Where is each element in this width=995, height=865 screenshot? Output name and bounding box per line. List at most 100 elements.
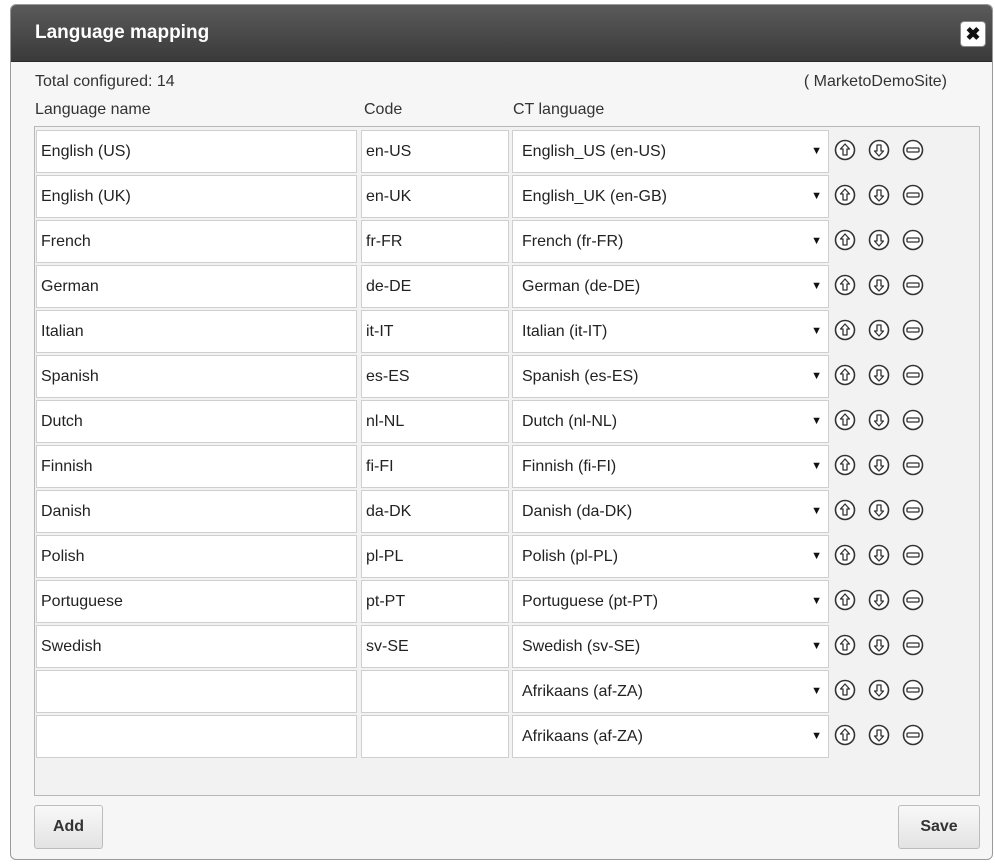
move-up-button[interactable] <box>834 319 856 341</box>
ct-language-value: Italian (it-IT) <box>522 323 608 340</box>
ct-language-select[interactable]: English_UK (en-GB) ▼ <box>512 175 829 218</box>
ct-language-select[interactable]: German (de-DE) ▼ <box>512 265 829 308</box>
arrow-up-circle-icon <box>834 454 856 480</box>
language-name-field[interactable]: Swedish <box>36 625 357 668</box>
language-code-field[interactable]: da-DK <box>361 490 509 533</box>
ct-language-value: Polish (pl-PL) <box>522 548 619 565</box>
language-code-field[interactable]: pt-PT <box>361 580 509 623</box>
language-code-field[interactable]: nl-NL <box>361 400 509 443</box>
language-code-field[interactable]: en-US <box>361 130 509 173</box>
move-up-button[interactable] <box>834 544 856 566</box>
move-up-button[interactable] <box>834 634 856 656</box>
ct-language-select[interactable]: Afrikaans (af-ZA) ▼ <box>512 715 829 758</box>
move-down-button[interactable] <box>868 229 890 251</box>
ct-language-select[interactable]: Finnish (fi-FI) ▼ <box>512 445 829 488</box>
language-code-field[interactable]: sv-SE <box>361 625 509 668</box>
move-down-button[interactable] <box>868 139 890 161</box>
language-name-field[interactable]: Portuguese <box>36 580 357 623</box>
save-button[interactable]: Save <box>898 805 980 849</box>
remove-row-button[interactable] <box>902 679 924 701</box>
move-up-button[interactable] <box>834 454 856 476</box>
language-table: English (US) en-US English_US (en-US) ▼ Engl… <box>34 126 980 796</box>
ct-language-select[interactable]: Spanish (es-ES) ▼ <box>512 355 829 398</box>
remove-row-button[interactable] <box>902 274 924 296</box>
language-name-field[interactable]: Danish <box>36 490 357 533</box>
remove-row-button[interactable] <box>902 319 924 341</box>
arrow-down-circle-icon <box>868 589 890 615</box>
arrow-up-circle-icon <box>834 724 856 750</box>
move-down-button[interactable] <box>868 499 890 521</box>
language-code-field[interactable] <box>361 670 509 713</box>
remove-row-button[interactable] <box>902 364 924 386</box>
language-name-field[interactable] <box>36 670 357 713</box>
move-down-button[interactable] <box>868 679 890 701</box>
ct-language-select[interactable]: Portuguese (pt-PT) ▼ <box>512 580 829 623</box>
language-code-field[interactable]: pl-PL <box>361 535 509 578</box>
move-up-button[interactable] <box>834 274 856 296</box>
dropdown-caret-icon: ▼ <box>811 280 822 292</box>
move-down-button[interactable] <box>868 589 890 611</box>
ct-language-select[interactable]: Polish (pl-PL) ▼ <box>512 535 829 578</box>
language-code-field[interactable]: de-DE <box>361 265 509 308</box>
move-up-button[interactable] <box>834 229 856 251</box>
language-name-field[interactable]: Spanish <box>36 355 357 398</box>
table-row: Italian it-IT Italian (it-IT) ▼ <box>35 310 979 355</box>
move-down-button[interactable] <box>868 634 890 656</box>
ct-language-select[interactable]: Italian (it-IT) ▼ <box>512 310 829 353</box>
ct-language-select[interactable]: Swedish (sv-SE) ▼ <box>512 625 829 668</box>
language-code-field[interactable]: it-IT <box>361 310 509 353</box>
close-button[interactable]: ✖ <box>960 21 986 47</box>
move-up-button[interactable] <box>834 139 856 161</box>
move-up-button[interactable] <box>834 589 856 611</box>
language-code-field[interactable]: fr-FR <box>361 220 509 263</box>
remove-row-button[interactable] <box>902 634 924 656</box>
arrow-up-circle-icon <box>834 544 856 570</box>
remove-row-button[interactable] <box>902 454 924 476</box>
move-down-button[interactable] <box>868 544 890 566</box>
ct-language-select[interactable]: Dutch (nl-NL) ▼ <box>512 400 829 443</box>
language-name-field[interactable]: Finnish <box>36 445 357 488</box>
language-name-field[interactable] <box>36 715 357 758</box>
language-name-field[interactable]: Polish <box>36 535 357 578</box>
move-down-button[interactable] <box>868 724 890 746</box>
move-down-button[interactable] <box>868 274 890 296</box>
ct-language-value: Afrikaans (af-ZA) <box>522 728 643 745</box>
move-down-button[interactable] <box>868 184 890 206</box>
language-name-field[interactable]: Dutch <box>36 400 357 443</box>
move-down-button[interactable] <box>868 364 890 386</box>
move-up-button[interactable] <box>834 364 856 386</box>
language-name-field[interactable]: German <box>36 265 357 308</box>
table-row: Polish pl-PL Polish (pl-PL) ▼ <box>35 535 979 580</box>
language-name-field[interactable]: Italian <box>36 310 357 353</box>
ct-language-select[interactable]: Afrikaans (af-ZA) ▼ <box>512 670 829 713</box>
language-name-field[interactable]: English (US) <box>36 130 357 173</box>
ct-language-select[interactable]: French (fr-FR) ▼ <box>512 220 829 263</box>
language-code-field[interactable]: fi-FI <box>361 445 509 488</box>
remove-row-button[interactable] <box>902 409 924 431</box>
move-down-button[interactable] <box>868 409 890 431</box>
move-up-button[interactable] <box>834 724 856 746</box>
total-configured-label: Total configured: 14 <box>35 73 175 90</box>
language-name-field[interactable]: French <box>36 220 357 263</box>
move-up-button[interactable] <box>834 184 856 206</box>
language-code-field[interactable] <box>361 715 509 758</box>
move-down-button[interactable] <box>868 319 890 341</box>
remove-row-button[interactable] <box>902 724 924 746</box>
arrow-up-circle-icon <box>834 229 856 255</box>
language-name-field[interactable]: English (UK) <box>36 175 357 218</box>
ct-language-select[interactable]: English_US (en-US) ▼ <box>512 130 829 173</box>
remove-row-button[interactable] <box>902 589 924 611</box>
remove-row-button[interactable] <box>902 139 924 161</box>
remove-row-button[interactable] <box>902 499 924 521</box>
remove-row-button[interactable] <box>902 544 924 566</box>
move-up-button[interactable] <box>834 409 856 431</box>
ct-language-select[interactable]: Danish (da-DK) ▼ <box>512 490 829 533</box>
remove-row-button[interactable] <box>902 229 924 251</box>
language-code-field[interactable]: en-UK <box>361 175 509 218</box>
language-code-field[interactable]: es-ES <box>361 355 509 398</box>
move-up-button[interactable] <box>834 499 856 521</box>
move-down-button[interactable] <box>868 454 890 476</box>
move-up-button[interactable] <box>834 679 856 701</box>
add-button[interactable]: Add <box>34 805 103 849</box>
remove-row-button[interactable] <box>902 184 924 206</box>
